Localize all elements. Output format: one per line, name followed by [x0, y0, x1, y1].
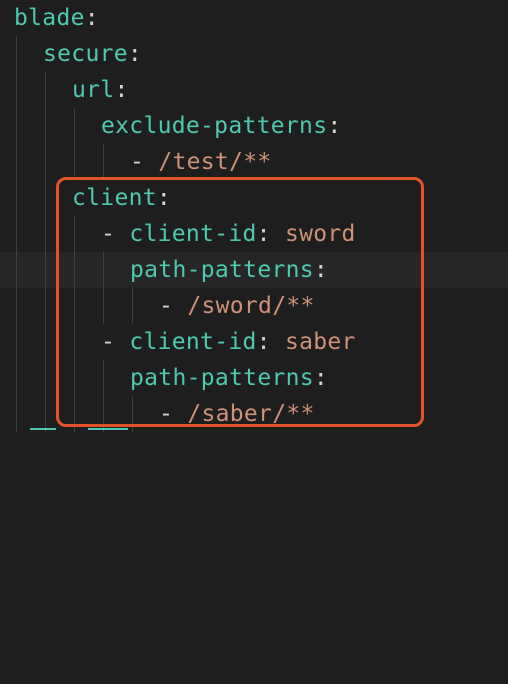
indent-guide — [74, 252, 75, 288]
indent-guide — [74, 324, 75, 360]
code-line-blade[interactable]: blade: — [0, 0, 508, 36]
code-line-client-id-sword[interactable]: - client-id: sword — [0, 216, 508, 252]
yaml-dash: - — [101, 221, 116, 247]
yaml-key: path-patterns — [130, 257, 314, 283]
yaml-colon: : — [156, 185, 172, 211]
indent-guide — [103, 144, 104, 180]
code-line-client[interactable]: client: — [0, 180, 508, 216]
indent-guide — [45, 324, 46, 360]
yaml-colon: : — [114, 77, 129, 103]
indent-guide — [45, 180, 46, 216]
indent-guide — [74, 360, 75, 396]
indent-guide — [74, 144, 75, 180]
indent-guide — [103, 360, 104, 396]
code-line-sword-pattern[interactable]: - /sword/** — [0, 288, 508, 324]
code-line-path-patterns-saber[interactable]: path-patterns: — [0, 360, 508, 396]
indent-guide — [74, 108, 75, 144]
indent-guide — [45, 360, 46, 396]
yaml-key: client-id — [129, 221, 257, 247]
yaml-value: /sword/** — [187, 293, 315, 319]
indent-guide — [16, 216, 17, 252]
indent-guide — [45, 108, 46, 144]
yaml-dash: - — [159, 401, 174, 427]
yaml-colon: : — [84, 5, 99, 31]
indent-guide — [16, 252, 17, 288]
code-line-exclude-patterns[interactable]: exclude-patterns: — [0, 108, 508, 144]
yaml-key: client — [72, 185, 157, 211]
yaml-key: blade — [14, 5, 85, 31]
yaml-colon: : — [327, 113, 342, 139]
code-line-client-id-saber[interactable]: - client-id: saber — [0, 324, 508, 360]
code-line-path-patterns-sword[interactable]: path-patterns: — [0, 252, 508, 288]
cut-off-text-fragment — [88, 428, 128, 430]
yaml-value: saber — [284, 329, 356, 355]
yaml-dash: - — [159, 293, 174, 319]
yaml-colon: : — [127, 41, 143, 67]
indent-guide — [45, 72, 46, 108]
yaml-key: path-patterns — [130, 365, 314, 391]
code-line-secure[interactable]: secure: — [0, 36, 508, 72]
indent-guide — [74, 288, 75, 324]
indent-guide — [45, 252, 46, 288]
code-editor[interactable]: blade: secure: url: exclude-patterns: - … — [0, 0, 508, 438]
indent-guide — [103, 252, 104, 288]
code-line-test-pattern[interactable]: - /test/** — [0, 144, 508, 180]
cut-off-line — [0, 428, 508, 438]
indent-guide — [45, 144, 46, 180]
indent-guide — [16, 36, 17, 72]
indent-guide — [16, 360, 17, 396]
indent-guide — [16, 324, 17, 360]
yaml-dash: - — [101, 329, 116, 355]
indent-guide — [45, 396, 46, 432]
yaml-value: /test/** — [158, 149, 272, 175]
code-line-url[interactable]: url: — [0, 72, 508, 108]
code-line-saber-pattern[interactable]: - /saber/** — [0, 396, 508, 432]
yaml-key: url — [72, 77, 115, 103]
indent-guide — [103, 396, 104, 432]
yaml-value: sword — [284, 221, 356, 247]
indent-guide — [132, 288, 133, 324]
indent-guide — [16, 396, 17, 432]
yaml-value: /saber/** — [187, 401, 315, 427]
indent-guide — [16, 72, 17, 108]
indent-guide — [103, 288, 104, 324]
cut-off-text-fragment — [30, 428, 56, 430]
indent-guide — [74, 396, 75, 432]
indent-guide — [16, 108, 17, 144]
indent-guide — [16, 288, 17, 324]
indent-guide — [132, 396, 133, 432]
indent-guide — [74, 216, 75, 252]
yaml-colon: : — [313, 365, 329, 391]
yaml-dash: - — [130, 149, 145, 175]
yaml-key: client-id — [129, 329, 257, 355]
indent-guide — [16, 144, 17, 180]
yaml-key: exclude-patterns — [101, 113, 328, 139]
indent-guide — [16, 180, 17, 216]
indent-guide — [45, 216, 46, 252]
yaml-key: secure — [43, 41, 128, 67]
indent-guide — [45, 288, 46, 324]
yaml-colon: : — [313, 257, 329, 283]
yaml-colon: : — [256, 221, 271, 247]
yaml-colon: : — [256, 329, 271, 355]
